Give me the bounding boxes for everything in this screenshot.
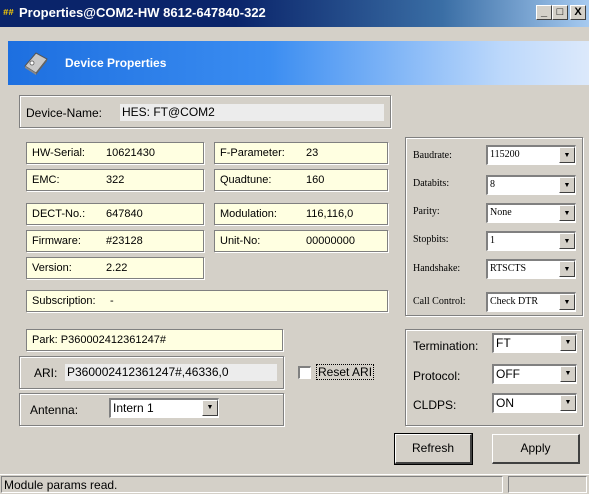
baudrate-label: Baudrate: — [413, 150, 452, 161]
chevron-down-icon[interactable]: ▼ — [559, 261, 575, 277]
quadtune-value: 160 — [306, 174, 325, 186]
reset-ari-label[interactable]: Reset ARI — [316, 364, 375, 380]
apply-button[interactable]: Apply — [492, 434, 580, 464]
hw-serial-field: HW-Serial: 10621430 — [26, 142, 204, 164]
stopbits-label: Stopbits: — [413, 234, 449, 245]
dect-no-field: DECT-No.: 647840 — [26, 203, 204, 225]
dect-no-value: 647840 — [106, 208, 143, 220]
subscription-label: Subscription: — [32, 295, 96, 307]
modulation-label: Modulation: — [220, 208, 277, 220]
handshake-select[interactable]: RTSCTS ▼ — [486, 259, 576, 279]
f-parameter-value: 23 — [306, 147, 319, 159]
unit-no-label: Unit-No: — [220, 235, 261, 247]
unit-no-field: Unit-No: 00000000 — [214, 230, 388, 252]
close-button[interactable]: X — [570, 5, 586, 20]
firmware-label: Firmware: — [32, 235, 81, 247]
modulation-value: 116,116,0 — [306, 208, 354, 220]
quadtune-field: Quadtune: 160 — [214, 169, 388, 191]
ari-field[interactable]: P360002412361247#,46336,0 — [65, 364, 277, 381]
header-title: Device Properties — [65, 56, 167, 70]
device-name-label: Device-Name: — [26, 106, 103, 120]
modulation-field: Modulation: 116,116,0 — [214, 203, 388, 225]
protocol-select[interactable]: OFF ▼ — [492, 364, 577, 384]
device-tag-icon — [22, 50, 50, 76]
dect-no-label: DECT-No.: — [32, 208, 86, 220]
firmware-field: Firmware: #23128 — [26, 230, 204, 252]
parity-select[interactable]: None ▼ — [486, 203, 576, 223]
status-text: Module params read. — [4, 478, 118, 492]
termination-label: Termination: — [413, 339, 479, 353]
chevron-down-icon[interactable]: ▼ — [559, 147, 575, 163]
unit-no-value: 00000000 — [306, 235, 355, 247]
hw-serial-value: 10621430 — [106, 147, 155, 159]
handshake-label: Handshake: — [413, 263, 461, 274]
chevron-down-icon[interactable]: ▼ — [560, 395, 576, 411]
cldps-select[interactable]: ON ▼ — [492, 393, 577, 413]
status-panel-secondary — [508, 476, 587, 493]
chevron-down-icon[interactable]: ▼ — [560, 335, 576, 351]
version-field: Version: 2.22 — [26, 257, 204, 279]
chevron-down-icon[interactable]: ▼ — [559, 205, 575, 221]
app-icon: ## — [3, 8, 14, 18]
window-title: Properties@COM2-HW 8612-647840-322 — [19, 5, 266, 20]
park-label: Park: — [32, 334, 58, 346]
stopbits-select[interactable]: 1 ▼ — [486, 231, 576, 251]
f-parameter-field: F-Parameter: 23 — [214, 142, 388, 164]
park-field: Park: P360002412361247# — [26, 329, 283, 351]
databits-select[interactable]: 8 ▼ — [486, 175, 576, 195]
f-parameter-label: F-Parameter: — [220, 147, 285, 159]
termination-select[interactable]: FT ▼ — [492, 333, 577, 353]
version-value: 2.22 — [106, 262, 128, 274]
emc-value: 322 — [106, 174, 125, 186]
maximize-button[interactable]: □ — [552, 5, 568, 20]
chevron-down-icon[interactable]: ▼ — [560, 366, 576, 382]
quadtune-label: Quadtune: — [220, 174, 272, 186]
protocol-label: Protocol: — [413, 369, 461, 383]
subscription-field: Subscription: - — [26, 290, 388, 312]
chevron-down-icon[interactable]: ▼ — [559, 177, 575, 193]
chevron-down-icon[interactable]: ▼ — [202, 400, 218, 416]
reset-ari-checkbox[interactable] — [298, 366, 311, 379]
parity-label: Parity: — [413, 206, 440, 217]
call-control-label: Call Control: — [413, 296, 466, 307]
firmware-value: #23128 — [106, 235, 143, 247]
databits-label: Databits: — [413, 178, 450, 189]
park-value: P360002412361247# — [60, 334, 166, 346]
ari-label: ARI: — [34, 366, 58, 380]
antenna-label: Antenna: — [30, 403, 79, 417]
version-label: Version: — [32, 262, 72, 274]
cldps-label: CLDPS: — [413, 398, 457, 412]
chevron-down-icon[interactable]: ▼ — [559, 233, 575, 249]
baudrate-select[interactable]: 115200 ▼ — [486, 145, 576, 165]
chevron-down-icon[interactable]: ▼ — [559, 294, 575, 310]
emc-field: EMC: 322 — [26, 169, 204, 191]
call-control-select[interactable]: Check DTR ▼ — [486, 292, 576, 312]
device-name-field[interactable]: HES: FT@COM2 — [120, 104, 384, 121]
refresh-button[interactable]: Refresh — [394, 433, 473, 465]
minimize-button[interactable]: _ — [536, 5, 552, 20]
hw-serial-label: HW-Serial: — [32, 147, 85, 159]
emc-label: EMC: — [32, 174, 60, 186]
antenna-select[interactable]: Intern 1 ▼ — [109, 398, 219, 418]
subscription-value: - — [110, 295, 114, 307]
